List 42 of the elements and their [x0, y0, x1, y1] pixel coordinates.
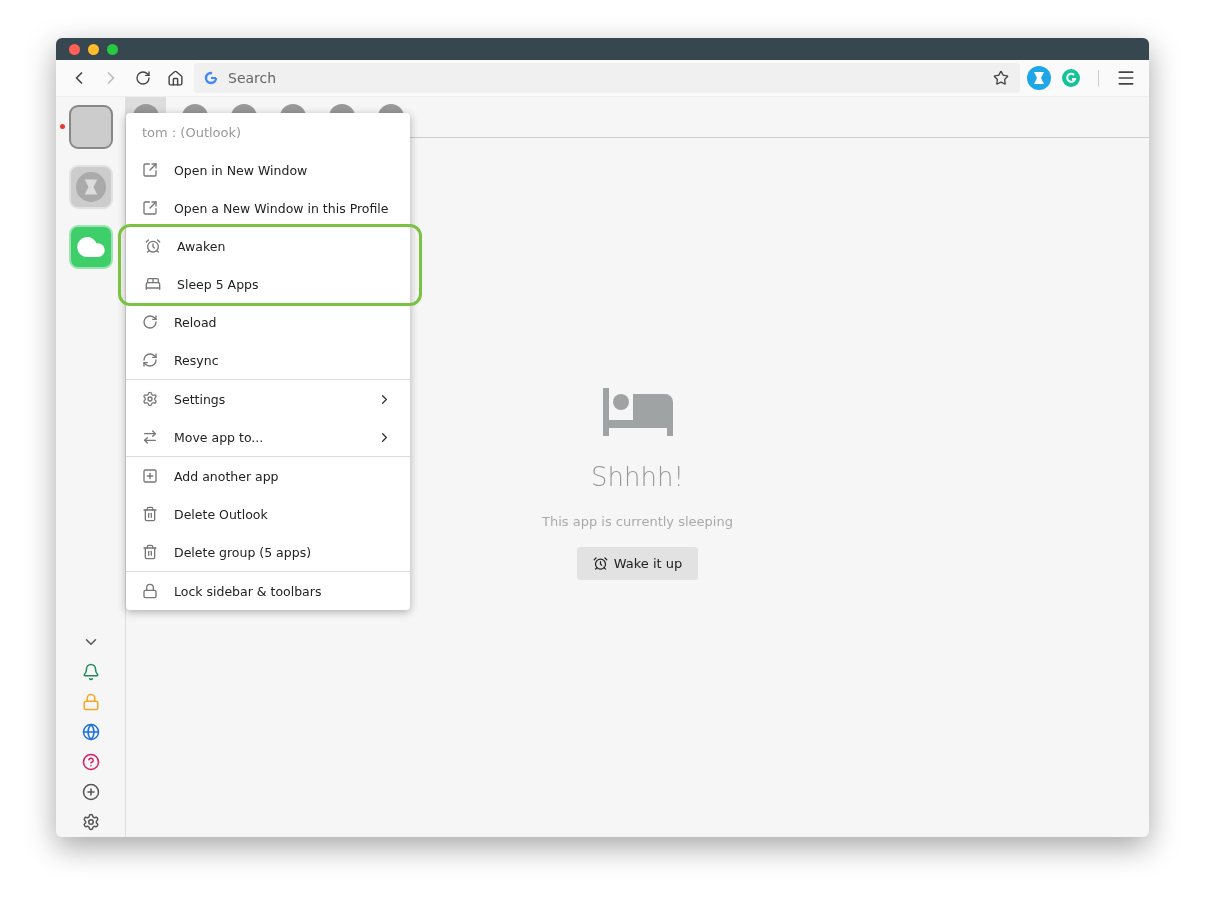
menu-item[interactable]: Open a New Window in this Profile [126, 189, 410, 227]
globe-icon[interactable] [81, 723, 100, 741]
close-button[interactable] [69, 43, 80, 55]
menu-item[interactable]: Delete group (5 apps) [126, 533, 410, 571]
menu-item[interactable]: Resync [126, 341, 410, 379]
trash-icon [142, 506, 158, 522]
menu-item[interactable]: Delete Outlook [126, 495, 410, 533]
wake-button[interactable]: Wake it up [576, 547, 699, 580]
menu-item[interactable]: Add another app [126, 457, 410, 495]
lock-icon [142, 583, 158, 599]
menu-item[interactable]: Open in New Window [126, 151, 410, 189]
alarm-clock-icon [145, 238, 161, 254]
sleep-message: This app is currently sleeping [542, 514, 733, 529]
reload-icon [142, 314, 158, 330]
minimize-button[interactable] [88, 43, 99, 55]
search-field[interactable]: Search [226, 69, 980, 87]
arrows-icon [142, 429, 158, 445]
alarm-clock-icon [592, 556, 608, 571]
sync-icon [142, 352, 158, 368]
trash-icon [142, 544, 158, 560]
app-logo-icon[interactable] [1026, 65, 1052, 91]
menu-item[interactable]: Sleep 5 Apps [129, 265, 407, 303]
menu-item[interactable]: Move app to... [126, 418, 410, 456]
menu-item[interactable]: Lock sidebar & toolbars [126, 572, 410, 610]
external-link-icon [142, 162, 158, 178]
external-link-icon [142, 200, 158, 216]
add-icon [142, 468, 158, 484]
bed-icon [602, 388, 673, 436]
menu-item[interactable]: Awaken [129, 227, 407, 265]
bell-icon[interactable] [81, 663, 100, 681]
menu-item[interactable]: Reload [126, 303, 410, 341]
sleep-title: Shhhh! [591, 462, 684, 492]
add-icon[interactable] [81, 783, 100, 801]
menu-item[interactable]: Settings [126, 380, 410, 418]
menu-header: tom : (Outlook) [142, 124, 242, 140]
address-bar[interactable]: Search [194, 63, 1020, 93]
search-engine-icon [204, 71, 218, 85]
bed-icon [145, 276, 161, 292]
zoom-button[interactable] [107, 43, 118, 55]
gear-icon [142, 391, 158, 407]
help-icon[interactable] [81, 753, 100, 771]
settings-icon[interactable] [81, 813, 100, 831]
